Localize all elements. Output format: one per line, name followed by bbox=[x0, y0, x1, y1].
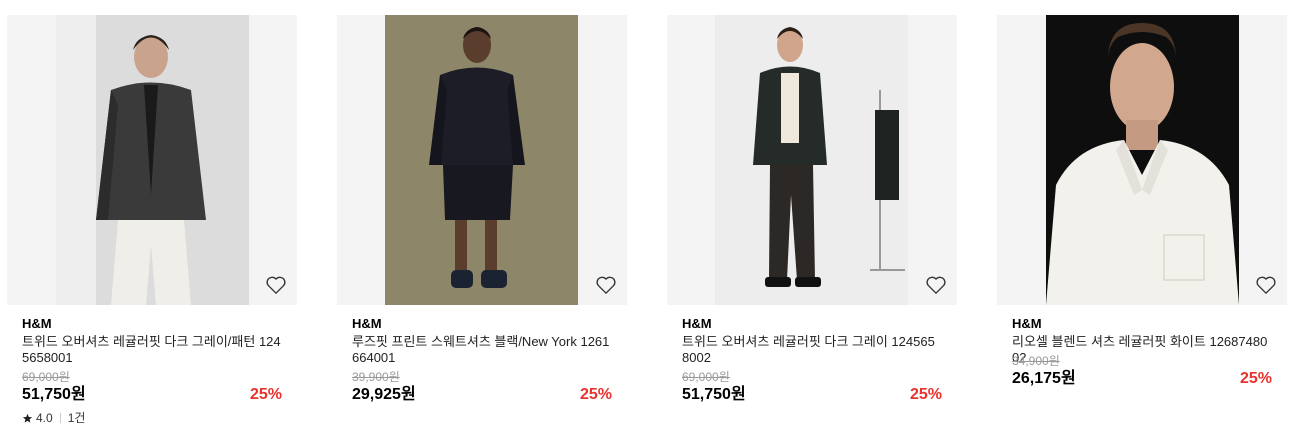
original-price: 34,900원 bbox=[1012, 354, 1060, 368]
sale-price: 51,750원 bbox=[682, 386, 746, 403]
discount-rate: 25% bbox=[1239, 370, 1272, 387]
product-photo bbox=[385, 15, 578, 305]
product-image[interactable] bbox=[7, 15, 297, 305]
discount-rate: 25% bbox=[579, 386, 612, 403]
star-icon bbox=[22, 413, 33, 423]
product-card[interactable]: H&M 리오셀 블렌드 셔츠 레귤러핏 화이트 1268748002 34,90… bbox=[997, 15, 1287, 389]
product-photo bbox=[56, 15, 249, 305]
original-price: 69,000원 bbox=[682, 370, 730, 384]
rating-value: 4.0 bbox=[36, 411, 53, 425]
product-name[interactable]: 트위드 오버셔츠 레귤러핏 다크 그레이 1245658002 bbox=[682, 334, 942, 366]
divider bbox=[59, 413, 61, 423]
sale-price: 51,750원 bbox=[22, 386, 86, 403]
heart-outline-icon[interactable] bbox=[1255, 275, 1277, 295]
original-price: 69,000원 bbox=[22, 370, 70, 384]
review-count: 1건 bbox=[67, 411, 86, 425]
discount-rate: 25% bbox=[909, 386, 942, 403]
product-name[interactable]: 트위드 오버셔츠 레귤러핏 다크 그레이/패턴 1245658001 bbox=[22, 334, 282, 366]
product-brand: H&M bbox=[22, 316, 52, 331]
product-card[interactable]: H&M 트위드 오버셔츠 레귤러핏 다크 그레이/패턴 1245658001 6… bbox=[7, 15, 297, 425]
product-image[interactable] bbox=[997, 15, 1287, 305]
heart-outline-icon[interactable] bbox=[595, 275, 617, 295]
product-photo bbox=[715, 15, 908, 305]
heart-outline-icon[interactable] bbox=[265, 275, 287, 295]
rating-summary: 4.0 1건 bbox=[22, 411, 282, 425]
sale-price: 26,175원 bbox=[1012, 370, 1076, 387]
product-name[interactable]: 루즈핏 프린트 스웨트셔츠 블랙/New York 1261664001 bbox=[352, 334, 612, 366]
product-name[interactable]: 리오셀 블렌드 셔츠 레귤러핏 화이트 1268748002 bbox=[1012, 334, 1272, 365]
product-image[interactable] bbox=[667, 15, 957, 305]
product-photo bbox=[1046, 15, 1239, 305]
product-brand: H&M bbox=[682, 316, 712, 331]
product-image[interactable] bbox=[337, 15, 627, 305]
product-card[interactable]: H&M 루즈핏 프린트 스웨트셔츠 블랙/New York 1261664001… bbox=[337, 15, 627, 405]
discount-rate: 25% bbox=[249, 386, 282, 403]
product-card[interactable]: H&M 트위드 오버셔츠 레귤러핏 다크 그레이 1245658002 69,0… bbox=[667, 15, 957, 405]
sale-price: 29,925원 bbox=[352, 386, 416, 403]
heart-outline-icon[interactable] bbox=[925, 275, 947, 295]
product-brand: H&M bbox=[352, 316, 382, 331]
original-price: 39,900원 bbox=[352, 370, 400, 384]
product-brand: H&M bbox=[1012, 316, 1042, 331]
